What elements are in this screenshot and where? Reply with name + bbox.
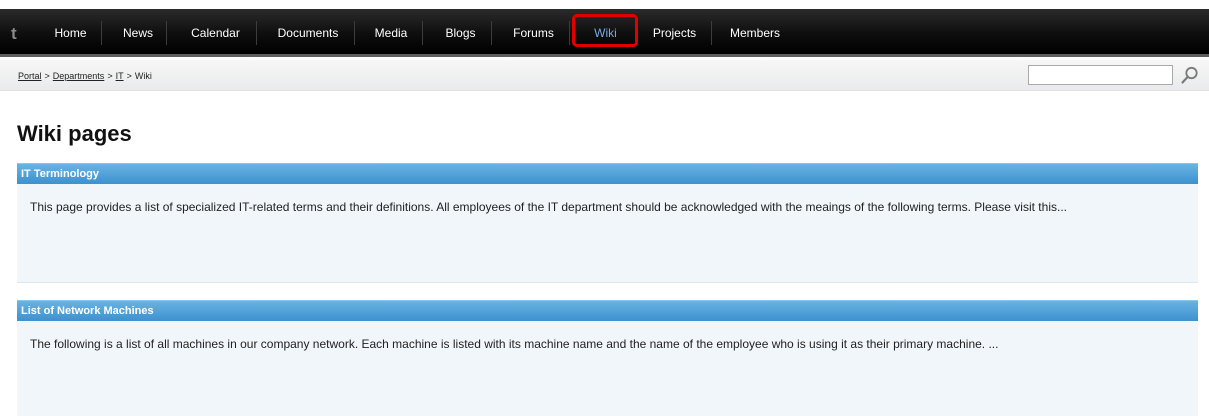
breadcrumb-separator: > (126, 71, 132, 81)
nav-item-documents[interactable]: Documents (262, 21, 355, 45)
nav-item-media[interactable]: Media (360, 21, 423, 45)
portal-logo-icon[interactable]: t (11, 25, 25, 43)
nav-item-projects[interactable]: Projects (638, 21, 712, 45)
breadcrumb-separator: > (107, 71, 113, 81)
nav-item-news[interactable]: News (110, 21, 167, 45)
breadcrumb-link-departments[interactable]: Departments (53, 71, 105, 81)
breadcrumb-separator: > (44, 71, 50, 81)
breadcrumb-link-portal[interactable]: Portal (18, 71, 42, 81)
wiki-page-card: List of Network Machines The following i… (17, 300, 1198, 416)
search-input[interactable] (1028, 65, 1173, 85)
wiki-page-title-link[interactable]: IT Terminology (17, 163, 1198, 184)
nav-item-forums[interactable]: Forums (498, 21, 570, 45)
nav-item-home[interactable]: Home (40, 21, 102, 45)
wiki-page-excerpt: The following is a list of all machines … (30, 337, 999, 351)
wiki-page-title-link[interactable]: List of Network Machines (17, 300, 1198, 321)
page-title: Wiki pages (17, 121, 132, 146)
wiki-page-card: IT Terminology This page provides a list… (17, 163, 1198, 283)
search-icon[interactable] (1180, 65, 1200, 85)
top-navigation-bar: t Home News Calendar Documents Media Blo… (0, 9, 1209, 57)
breadcrumb: Portal > Departments > IT > Wiki (18, 71, 152, 81)
nav-item-members[interactable]: Members (716, 21, 794, 45)
nav-item-calendar[interactable]: Calendar (175, 21, 257, 45)
nav-item-wiki[interactable]: Wiki (578, 21, 633, 45)
breadcrumb-link-it[interactable]: IT (116, 71, 124, 81)
nav-item-blogs[interactable]: Blogs (430, 21, 492, 45)
breadcrumb-current: Wiki (134, 71, 152, 81)
wiki-page-excerpt: This page provides a list of specialized… (30, 200, 1067, 214)
